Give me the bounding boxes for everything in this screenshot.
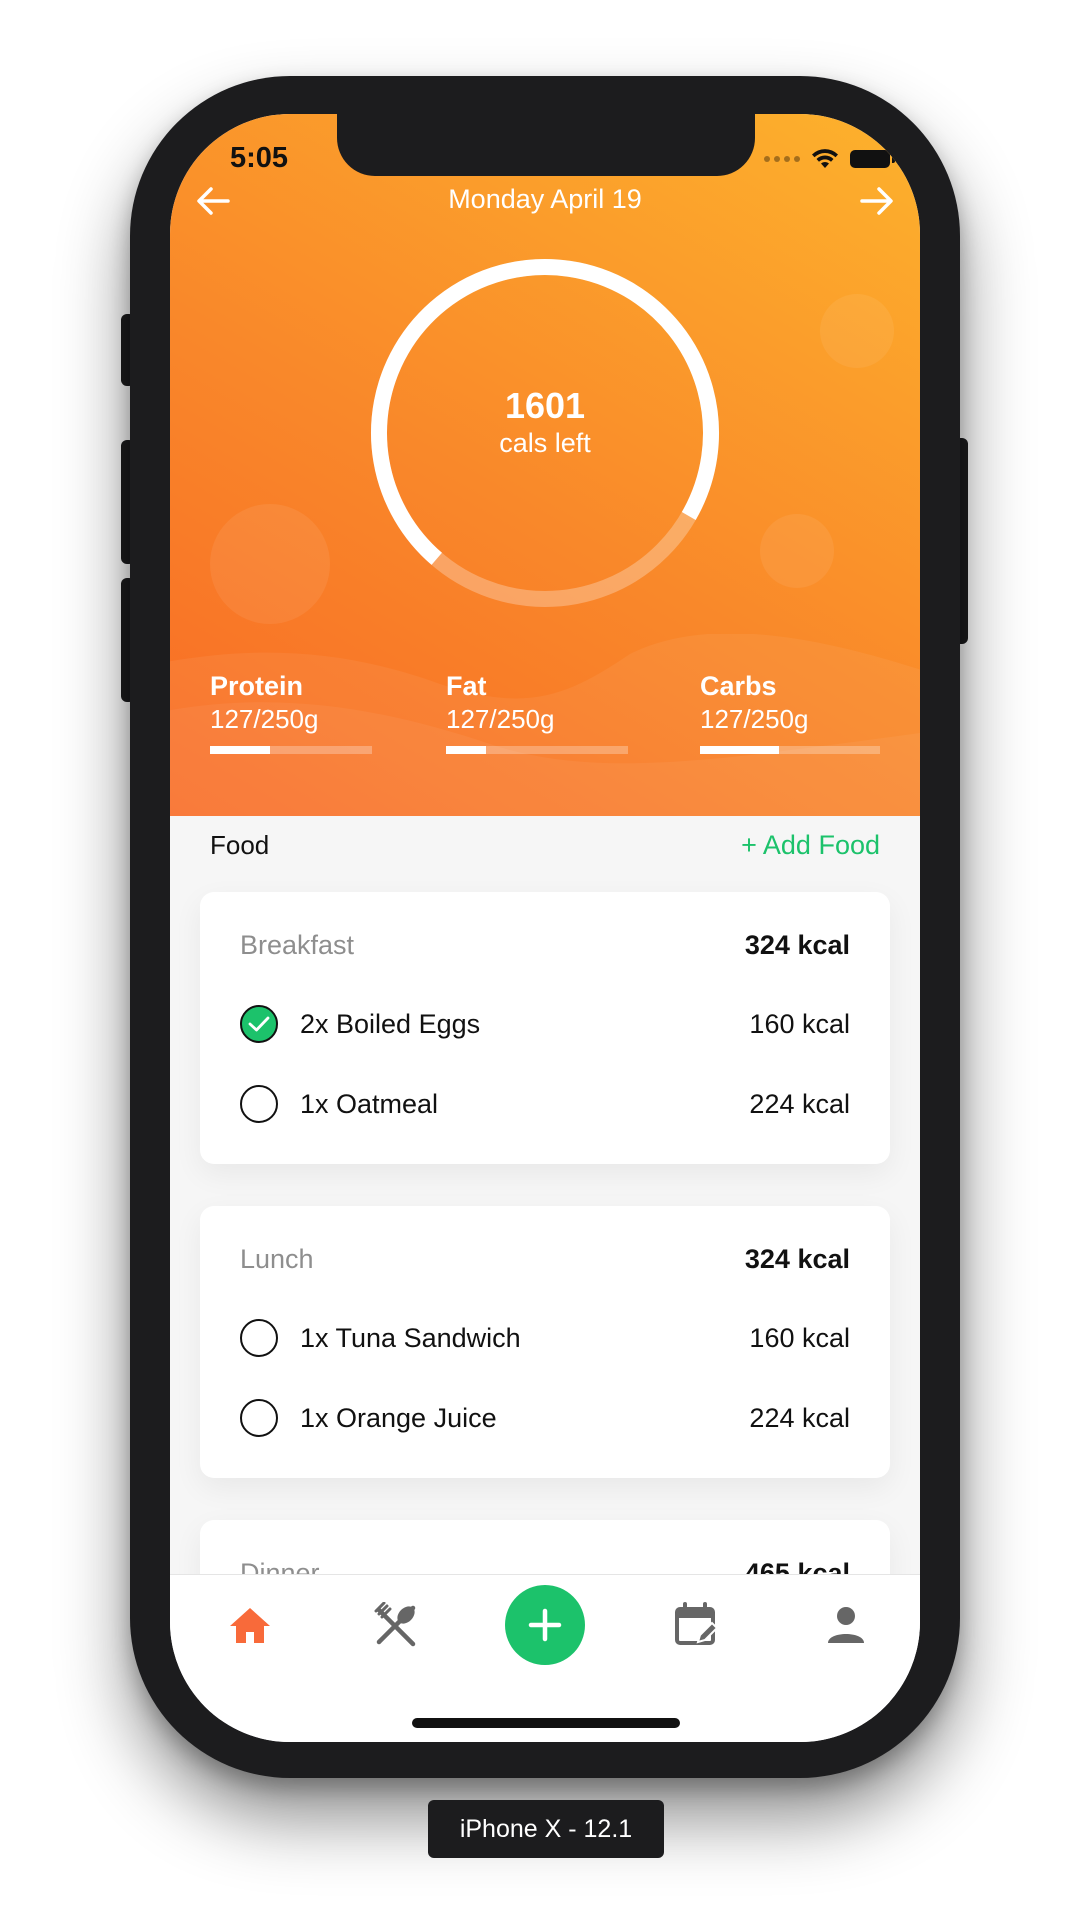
food-item[interactable]: 1x Oatmeal 224 kcal [240, 1082, 850, 1126]
tab-home[interactable] [220, 1595, 280, 1655]
macro-progress-track [210, 746, 372, 754]
food-item-kcal: 224 kcal [749, 1088, 850, 1119]
food-item-kcal: 160 kcal [749, 1008, 850, 1039]
meal-card-lunch: Lunch 324 kcal 1x Tuna Sandwich 160 kcal… [200, 1206, 890, 1478]
meal-name: Breakfast [240, 930, 355, 960]
current-date: Monday April 19 [448, 184, 642, 214]
battery-icon [850, 150, 895, 168]
food-section-header: Food + Add Food [210, 830, 880, 861]
macro-progress-track [700, 746, 880, 754]
calories-ring: 1601 cals left [370, 258, 720, 608]
macro-name: Fat [446, 671, 487, 701]
food-item[interactable]: 1x Orange Juice 224 kcal [240, 1396, 850, 1440]
food-item-kcal: 224 kcal [749, 1402, 850, 1433]
meal-card-breakfast: Breakfast 324 kcal 2x Boiled Eggs 160 kc… [200, 892, 890, 1164]
macro-progress-fill [446, 746, 487, 754]
macro-progress-track [446, 746, 628, 754]
plus-icon [528, 1608, 562, 1642]
macro-progress-fill [210, 746, 270, 754]
arrow-right-icon [860, 187, 893, 215]
summary-header: 5:05 Monday April 19 1601 cals left Prot… [170, 114, 920, 816]
checkmark-icon [248, 1016, 270, 1032]
meal-name: Lunch [240, 1244, 314, 1274]
macro-name: Carbs [700, 671, 777, 701]
device-notch [337, 114, 755, 176]
status-time: 5:05 [230, 142, 289, 174]
tab-meals[interactable] [366, 1595, 426, 1655]
decor-circle [820, 294, 894, 368]
macro-progress-fill [700, 746, 780, 754]
simulator-stage: 5:05 Monday April 19 1601 cals left Prot… [0, 0, 1090, 1928]
food-item[interactable]: 1x Tuna Sandwich 160 kcal [240, 1316, 850, 1360]
food-item-kcal: 160 kcal [749, 1322, 850, 1353]
macro-protein: Protein 127/250g [210, 670, 372, 754]
macros-summary: Protein 127/250g Fat 127/250g Carbs 127/… [170, 670, 920, 754]
decor-circle [210, 504, 330, 624]
macro-fat: Fat 127/250g [446, 670, 628, 754]
add-entry-button[interactable] [505, 1585, 585, 1665]
food-item[interactable]: 2x Boiled Eggs 160 kcal [240, 1002, 850, 1046]
food-item-checkbox[interactable] [240, 1005, 278, 1043]
next-day-button[interactable] [852, 176, 902, 226]
profile-icon [828, 1607, 864, 1643]
decor-circle [760, 514, 834, 588]
calendar-edit-icon [675, 1602, 718, 1645]
food-item-checkbox[interactable] [240, 1319, 278, 1357]
app-screen: 5:05 Monday April 19 1601 cals left Prot… [170, 114, 920, 1742]
wifi-icon [812, 149, 838, 168]
meal-card-header: Breakfast 324 kcal [240, 930, 850, 961]
macro-value: 127/250g [210, 704, 319, 734]
macro-carbs: Carbs 127/250g [700, 670, 880, 754]
ring-center: 1601 cals left [370, 386, 720, 460]
bottom-tab-bar [170, 1574, 920, 1742]
macro-value: 127/250g [700, 704, 809, 734]
food-item-checkbox[interactable] [240, 1399, 278, 1437]
food-item-checkbox[interactable] [240, 1085, 278, 1123]
macro-value: 127/250g [446, 704, 555, 734]
utensils-icon [374, 1602, 416, 1647]
tab-calendar[interactable] [666, 1595, 726, 1655]
food-item-name: 1x Oatmeal [300, 1088, 439, 1119]
meal-card-header: Lunch 324 kcal [240, 1244, 850, 1275]
food-item-name: 1x Orange Juice [300, 1402, 497, 1433]
home-icon [230, 1608, 270, 1643]
food-item-name: 1x Tuna Sandwich [300, 1322, 521, 1353]
meal-total-kcal: 324 kcal [744, 1244, 850, 1274]
macro-name: Protein [210, 671, 304, 701]
simulator-device-label: iPhone X - 12.1 [428, 1800, 664, 1858]
meal-total-kcal: 324 kcal [744, 930, 850, 960]
calories-left-label: cals left [499, 428, 591, 458]
food-item-name: 2x Boiled Eggs [300, 1008, 481, 1039]
status-icons [764, 148, 895, 170]
home-indicator[interactable] [412, 1718, 680, 1728]
food-section-title: Food [210, 830, 270, 860]
calories-left-value: 1601 [504, 385, 586, 426]
signal-icon [764, 156, 800, 162]
add-food-button[interactable]: + Add Food [741, 830, 880, 861]
tab-profile[interactable] [816, 1595, 876, 1655]
